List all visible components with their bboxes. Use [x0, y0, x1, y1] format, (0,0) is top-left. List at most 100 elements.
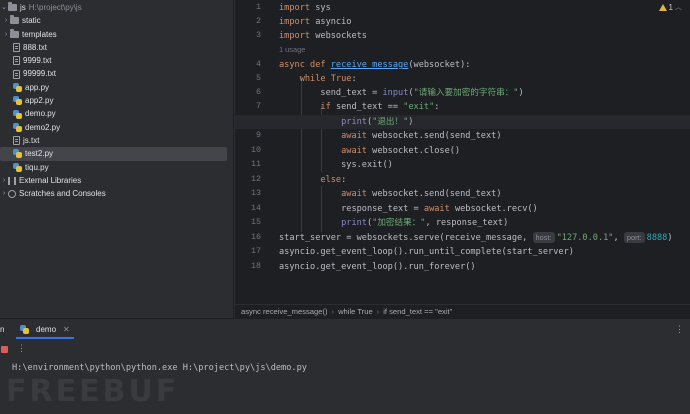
tree-root-path: H:\project\py\js — [28, 3, 82, 12]
tree-item-demo-py[interactable]: demo.py — [0, 107, 233, 120]
code-line: asyncio.get_event_loop().run_forever() — [279, 262, 476, 272]
line-number: 13 — [250, 188, 261, 198]
tree-item-js-txt[interactable]: js.txt — [0, 134, 233, 147]
code-editor[interactable]: 1 2 3 4 5 6 7 8 9 10 11 12 13 14 15 16 1… — [235, 0, 690, 304]
tree-scratches-label: Scratches and Consoles — [19, 189, 106, 199]
tree-item-99999-txt[interactable]: 99999.txt — [0, 67, 233, 80]
line-number: 17 — [250, 246, 261, 256]
python-file-icon — [13, 122, 22, 132]
python-file-icon — [13, 96, 22, 106]
console-command-line: H:\environment\python\python.exe H:\proj… — [12, 363, 307, 373]
tree-item-label: 888.txt — [23, 42, 48, 52]
tree-item-label: tiqu.py — [25, 162, 49, 172]
watermark-logo: FREEBUF — [6, 374, 180, 409]
python-file-icon — [20, 325, 29, 334]
chevron-down-icon[interactable]: ⌄ — [0, 1, 8, 14]
run-tab-demo[interactable]: demo ✕ — [16, 322, 74, 339]
text-file-icon — [13, 136, 20, 146]
tree-item-888-txt[interactable]: 888.txt — [0, 41, 233, 54]
line-number: 11 — [250, 159, 261, 169]
breadcrumb-separator-icon: › — [331, 307, 335, 316]
line-number: 3 — [255, 30, 261, 40]
tree-item-label: demo.py — [25, 109, 56, 119]
breadcrumb-item[interactable]: if send_text == "exit" — [383, 307, 452, 316]
run-toolbar: ⋮ — [0, 340, 690, 358]
tree-item-label: 9999.txt — [23, 56, 52, 66]
close-icon[interactable]: ✕ — [63, 325, 70, 334]
stop-icon[interactable] — [1, 346, 8, 353]
python-file-icon — [13, 82, 22, 92]
line-number: 7 — [255, 101, 261, 111]
breadcrumb-item[interactable]: while True — [338, 307, 373, 316]
line-number: 12 — [250, 174, 261, 184]
code-line: print("加密结果：", response_text) — [341, 218, 509, 228]
code-line: await websocket.send(send_text) — [341, 189, 502, 199]
python-file-icon — [13, 149, 22, 159]
code-line: asyncio.get_event_loop().run_until_compl… — [279, 247, 574, 257]
run-tool-window-header: n demo ✕ ⋮ — [0, 318, 690, 340]
breadcrumb-separator-icon: › — [376, 307, 380, 316]
tree-item-label: test2.py — [25, 149, 54, 159]
code-line: await websocket.close() — [341, 146, 461, 156]
folder-icon — [10, 15, 19, 25]
tree-item-app-py[interactable]: app.py — [0, 81, 233, 94]
line-number: 9 — [255, 130, 261, 140]
more-vertical-icon[interactable]: ⋮ — [17, 343, 26, 354]
code-line: start_server = websockets.serve(receive_… — [279, 232, 673, 243]
scratches-icon — [8, 189, 16, 198]
run-panel-title: n — [0, 325, 5, 334]
run-console[interactable]: H:\environment\python\python.exe H:\proj… — [0, 358, 690, 414]
tree-external-libraries[interactable]: › External Libraries — [0, 174, 233, 187]
tree-item-label: js.txt — [23, 135, 40, 145]
param-hint-port: port: — [623, 232, 645, 243]
line-number: 10 — [250, 145, 261, 155]
param-hint-host: host: — [532, 232, 555, 243]
folder-icon — [8, 2, 17, 12]
line-number-gutter: 1 2 3 4 5 6 7 8 9 10 11 12 13 14 15 16 1… — [235, 0, 271, 304]
tree-scratches[interactable]: › Scratches and Consoles — [0, 187, 233, 200]
line-number: 4 — [255, 59, 261, 69]
tree-root-js[interactable]: ⌄ js H:\project\py\js — [0, 1, 233, 14]
usage-hint[interactable]: 1 usage — [279, 43, 305, 57]
text-file-icon — [13, 43, 20, 53]
chevron-right-icon[interactable]: › — [2, 14, 10, 27]
tree-external-libraries-label: External Libraries — [19, 175, 82, 185]
line-number: 18 — [250, 261, 261, 271]
text-file-icon — [13, 69, 20, 79]
tree-item-label: 99999.txt — [23, 69, 56, 79]
code-area[interactable]: import sys import asyncio import websock… — [235, 0, 690, 304]
tree-item-demo2-py[interactable]: demo2.py — [0, 121, 233, 134]
tree-item-label: templates — [22, 29, 57, 39]
tree-item-static[interactable]: › static — [0, 14, 233, 27]
chevron-right-icon[interactable]: › — [0, 187, 8, 200]
line-number: 1 — [255, 2, 261, 12]
line-number: 2 — [255, 16, 261, 26]
tree-item-label: demo2.py — [25, 122, 61, 132]
breadcrumb: async receive_message() › while True › i… — [235, 304, 690, 318]
chevron-right-icon[interactable]: › — [2, 28, 10, 41]
line-number: 5 — [255, 73, 261, 83]
python-file-icon — [13, 109, 22, 119]
text-file-icon — [13, 56, 20, 66]
tree-item-app2-py[interactable]: app2.py — [0, 94, 233, 107]
line-number: 16 — [250, 232, 261, 242]
code-line: if send_text == "exit": — [320, 102, 440, 112]
project-tool-window: ⌄ js H:\project\py\js › static › templat… — [0, 0, 234, 318]
code-line: import asyncio — [279, 17, 352, 27]
code-line: response_text = await websocket.recv() — [341, 204, 538, 214]
line-number: 6 — [255, 87, 261, 97]
code-line: await websocket.send(send_text) — [341, 131, 502, 141]
library-icon — [8, 176, 16, 185]
python-file-icon — [13, 162, 22, 172]
breadcrumb-item[interactable]: async receive_message() — [241, 307, 328, 316]
code-line: else: — [320, 175, 347, 185]
tree-item-templates[interactable]: › templates — [0, 28, 233, 41]
code-line: async def receive_message(websocket): — [279, 60, 471, 70]
tree-item-tiqu-py[interactable]: tiqu.py — [0, 161, 233, 174]
more-options-icon[interactable]: ⋮ — [675, 324, 684, 335]
chevron-right-icon[interactable]: › — [0, 174, 8, 187]
code-line: import websockets — [279, 31, 367, 41]
tree-item-9999-txt[interactable]: 9999.txt — [0, 54, 233, 67]
tree-item-test2-py[interactable]: test2.py — [0, 147, 227, 161]
code-line: sys.exit() — [341, 160, 393, 170]
